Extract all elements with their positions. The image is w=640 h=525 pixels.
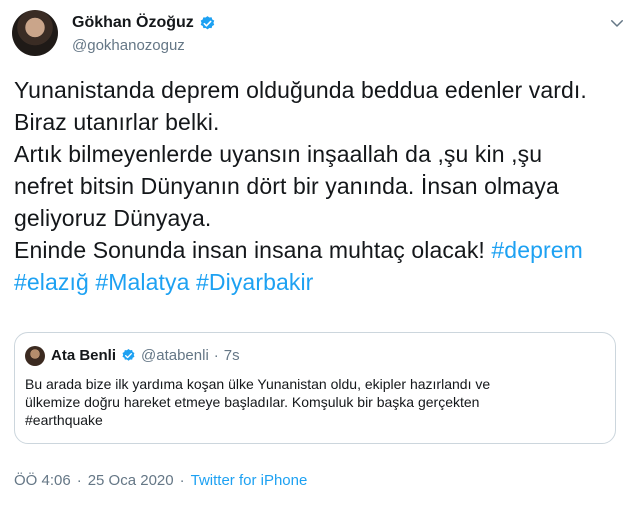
tweet-time[interactable]: ÖÖ 4:06 — [14, 472, 71, 489]
quoted-line: #earthquake — [25, 412, 103, 428]
author-handle[interactable]: @gokhanozoguz — [72, 37, 216, 54]
hashtag-malatya[interactable]: #Malatya — [95, 269, 189, 295]
tweet-text: Yunanistanda deprem olduğunda beddua ede… — [14, 74, 626, 298]
footer-separator: · — [179, 472, 185, 489]
tweet-line: #elazığ #Malatya #Diyarbakir — [14, 266, 626, 298]
tweet-line: Artık bilmeyenlerde uyansın inşaallah da… — [14, 141, 543, 167]
tweet-source-link[interactable]: Twitter for iPhone — [191, 472, 308, 489]
tweet-date[interactable]: 25 Oca 2020 — [88, 472, 174, 489]
chevron-down-icon[interactable] — [608, 14, 626, 32]
quoted-time: 7s — [223, 347, 240, 364]
quoted-author-name: Ata Benli — [51, 347, 117, 364]
quoted-separator: · — [213, 347, 219, 364]
tweet-line: Eninde Sonunda insan insana muhtaç olaca… — [14, 237, 583, 263]
quoted-text: Bu arada bize ilk yardıma koşan ülke Yun… — [25, 375, 610, 429]
hashtag-deprem[interactable]: #deprem — [491, 237, 582, 263]
author-avatar[interactable] — [12, 10, 58, 56]
quoted-line: Bu arada bize ilk yardıma koşan ülke Yun… — [25, 376, 491, 392]
verified-badge-icon — [200, 15, 215, 29]
hashtag-diyarbakir[interactable]: #Diyarbakir — [196, 269, 313, 295]
tweet-line: nefret bitsin Dünyanın dört bir yanında.… — [14, 173, 559, 199]
verified-badge-icon — [122, 348, 135, 361]
tweet-line: geliyoruz Dünyaya. — [14, 205, 212, 231]
tweet-card: Gökhan Özoğuz @gokhanozoguz Yunanistanda… — [0, 0, 640, 525]
quoted-author-avatar — [25, 346, 45, 366]
quoted-author-handle: @atabenli — [141, 347, 209, 364]
quoted-line: ülkemize doğru hareket etmeye başladılar… — [25, 394, 480, 410]
footer-separator: · — [76, 472, 82, 489]
tweet-line: Yunanistanda deprem olduğunda beddua ede… — [14, 77, 587, 103]
quoted-author-row: Ata Benli @atabenli · 7s — [51, 347, 240, 364]
tweet-footer: ÖÖ 4:06 · 25 Oca 2020 · Twitter for iPho… — [14, 472, 307, 489]
quoted-tweet[interactable]: Ata Benli @atabenli · 7s Bu arada bize i… — [14, 332, 616, 444]
author-name-row: Gökhan Özoğuz — [72, 14, 216, 32]
author-block: Gökhan Özoğuz @gokhanozoguz — [72, 14, 216, 54]
hashtag-elazig[interactable]: #elazığ — [14, 269, 89, 295]
tweet-line: Biraz utanırlar belki. — [14, 109, 220, 135]
author-name[interactable]: Gökhan Özoğuz — [72, 14, 194, 32]
